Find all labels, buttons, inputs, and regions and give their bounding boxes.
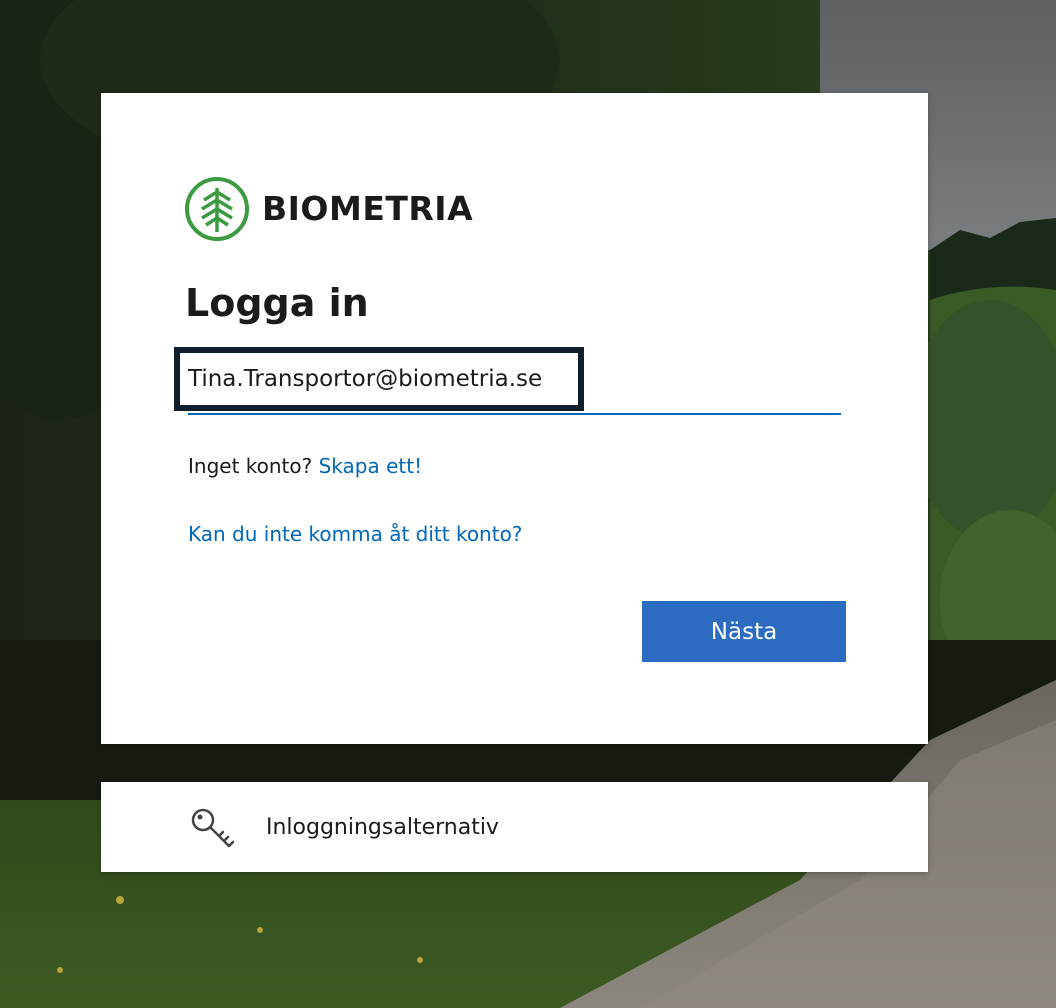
page-title: Logga in [185, 281, 369, 325]
no-account-row: Inget konto? Skapa ett! [188, 451, 422, 481]
create-account-link[interactable]: Skapa ett! [319, 454, 423, 478]
brand-name: BIOMETRIA [262, 189, 474, 228]
sign-in-page: BIOMETRIA Logga in Inget konto? Skapa et… [0, 0, 1056, 1008]
no-account-text: Inget konto? [188, 454, 319, 478]
email-field[interactable] [174, 347, 584, 411]
next-button[interactable]: Nästa [642, 601, 846, 662]
tree-logo-icon [185, 177, 249, 241]
login-card: BIOMETRIA Logga in Inget konto? Skapa et… [101, 93, 928, 744]
sign-in-options-button[interactable]: Inloggningsalternativ [101, 782, 928, 872]
email-field-underline [188, 413, 841, 415]
key-icon [191, 808, 235, 848]
cant-access-account-link[interactable]: Kan du inte komma åt ditt konto? [188, 522, 522, 546]
cant-access-row: Kan du inte komma åt ditt konto? [188, 519, 522, 549]
sign-in-options-label: Inloggningsalternativ [266, 815, 499, 840]
brand: BIOMETRIA [184, 176, 473, 242]
